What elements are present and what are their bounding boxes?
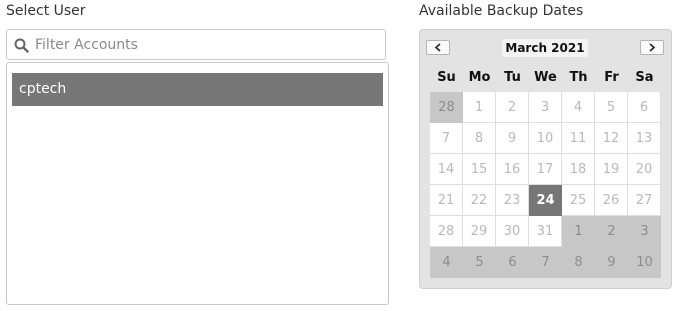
calendar-day: 18	[562, 154, 595, 185]
calendar-day: 10	[529, 123, 562, 154]
weekday-header: Su	[437, 70, 456, 85]
calendar-day: 1	[463, 92, 496, 123]
calendar-day: 11	[562, 123, 595, 154]
weekday-header: Tu	[504, 70, 521, 85]
backup-date-calendar: March 2021 Su Mo Tu We Th Fr Sa 28 1 2 3 4 5 6 7 8 9 10 1…	[419, 29, 672, 289]
weekday-header: Sa	[635, 70, 654, 85]
available-backup-dates-label: Available Backup Dates	[419, 3, 584, 19]
next-month-button[interactable]	[640, 40, 664, 55]
calendar-day-outside: 1	[562, 216, 595, 247]
calendar-day-outside: 3	[628, 216, 661, 247]
calendar-day: 23	[496, 185, 529, 216]
search-icon	[14, 38, 29, 53]
calendar-day: 19	[595, 154, 628, 185]
calendar-day-outside: 5	[463, 247, 496, 278]
accounts-list[interactable]: cptech	[6, 62, 389, 305]
calendar-day: 2	[496, 92, 529, 123]
calendar-day: 9	[496, 123, 529, 154]
calendar-day: 22	[463, 185, 496, 216]
calendar-day: 30	[496, 216, 529, 247]
weekday-header: Fr	[604, 70, 619, 85]
filter-accounts-search[interactable]	[6, 29, 386, 60]
calendar-day: 28	[430, 216, 463, 247]
account-item-cptech[interactable]: cptech	[12, 73, 383, 106]
calendar-day-outside: 2	[595, 216, 628, 247]
calendar-day: 17	[529, 154, 562, 185]
calendar-day: 8	[463, 123, 496, 154]
calendar-day-selected[interactable]: 24	[529, 185, 562, 216]
calendar-day: 26	[595, 185, 628, 216]
calendar-day-outside: 7	[529, 247, 562, 278]
calendar-day: 14	[430, 154, 463, 185]
calendar-day: 13	[628, 123, 661, 154]
calendar-day-outside: 28	[430, 92, 463, 123]
calendar-day: 29	[463, 216, 496, 247]
chevron-right-icon	[649, 43, 656, 52]
calendar-day: 7	[430, 123, 463, 154]
calendar-day: 20	[628, 154, 661, 185]
chevron-left-icon	[434, 43, 441, 52]
calendar-day-outside: 9	[595, 247, 628, 278]
calendar-day-outside: 10	[628, 247, 661, 278]
calendar-day: 5	[595, 92, 628, 123]
select-user-label: Select User	[6, 3, 86, 19]
calendar-day: 16	[496, 154, 529, 185]
calendar-day: 4	[562, 92, 595, 123]
filter-accounts-input[interactable]	[35, 35, 375, 55]
calendar-day-outside: 8	[562, 247, 595, 278]
calendar-day-outside: 6	[496, 247, 529, 278]
weekday-header: We	[534, 70, 557, 85]
prev-month-button[interactable]	[426, 40, 450, 55]
weekday-header: Th	[569, 70, 588, 85]
calendar-day: 3	[529, 92, 562, 123]
calendar-day: 27	[628, 185, 661, 216]
weekday-header: Mo	[468, 70, 491, 85]
calendar-day: 31	[529, 216, 562, 247]
calendar-day: 21	[430, 185, 463, 216]
calendar-day: 15	[463, 154, 496, 185]
calendar-day: 12	[595, 123, 628, 154]
calendar-day: 25	[562, 185, 595, 216]
month-title: March 2021	[502, 39, 588, 57]
calendar-day: 6	[628, 92, 661, 123]
calendar-day-outside: 4	[430, 247, 463, 278]
